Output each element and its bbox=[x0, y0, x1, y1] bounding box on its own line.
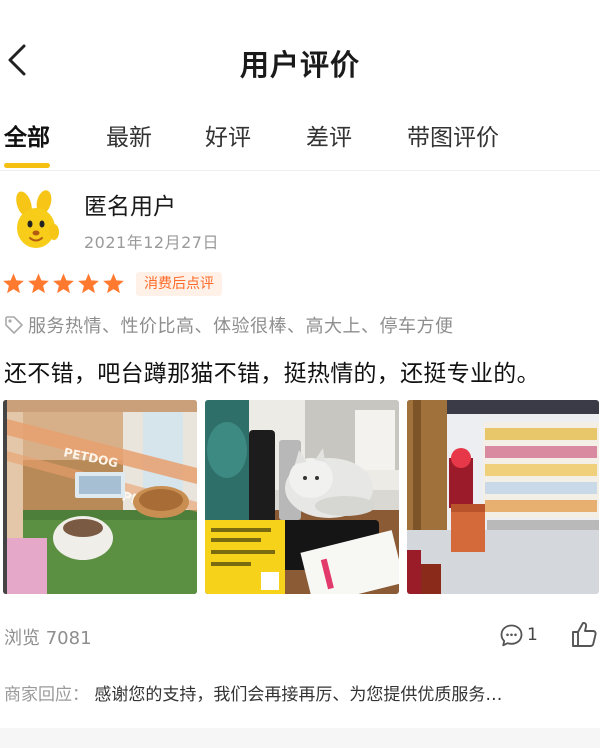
page-title: 用户评价 bbox=[239, 48, 360, 82]
post-consumption-badge: 消费后点评 bbox=[136, 272, 222, 296]
user-name: 匿名用户 bbox=[84, 194, 176, 220]
tab-positive[interactable]: 好评 bbox=[205, 118, 251, 152]
comment-icon bbox=[500, 624, 523, 646]
tab-all[interactable]: 全部 bbox=[4, 118, 50, 152]
star-icon bbox=[103, 273, 124, 294]
merchant-reply-label: 商家回应： bbox=[4, 685, 89, 705]
review-text: 还不错，吧台蹲那猫不错，挺热情的，还挺专业的。 bbox=[4, 361, 540, 387]
star-icon bbox=[53, 273, 74, 294]
star-icon bbox=[78, 273, 99, 294]
star-icon bbox=[28, 273, 49, 294]
review-photo[interactable]: PETDOG PETDOG bbox=[3, 400, 197, 594]
tags-text: 服务热情、性价比高、体验很棒、高大上、停车方便 bbox=[28, 316, 454, 337]
active-tab-indicator bbox=[4, 163, 50, 168]
review-tags: 服务热情、性价比高、体验很棒、高大上、停车方便 bbox=[4, 313, 454, 337]
section-divider bbox=[0, 728, 600, 748]
tab-negative[interactable]: 差评 bbox=[306, 118, 352, 152]
comment-count: 1 bbox=[527, 625, 538, 645]
tag-icon bbox=[5, 316, 23, 334]
filter-tabs: 全部 最新 好评 差评 带图评价 bbox=[0, 112, 600, 170]
comment-button[interactable]: 1 bbox=[499, 620, 538, 650]
review-date: 2021年12月27日 bbox=[84, 233, 219, 252]
merchant-reply-text: 感谢您的支持，我们会再接再厉、为您提供优质服务… bbox=[94, 685, 503, 705]
tab-latest[interactable]: 最新 bbox=[106, 118, 152, 152]
review-photo[interactable] bbox=[407, 400, 599, 594]
review-photos: PETDOG PETDOG bbox=[3, 400, 599, 594]
view-count: 浏览 7081 bbox=[4, 628, 92, 649]
thumbs-up-icon[interactable] bbox=[570, 619, 598, 649]
star-icon bbox=[3, 273, 24, 294]
merchant-reply: 商家回应： 感谢您的支持，我们会再接再厉、为您提供优质服务… bbox=[4, 680, 600, 705]
tab-with-photos[interactable]: 带图评价 bbox=[407, 118, 499, 152]
rating-stars bbox=[2, 272, 125, 296]
review-photo[interactable] bbox=[205, 400, 399, 594]
avatar[interactable] bbox=[8, 190, 64, 254]
divider bbox=[0, 170, 600, 171]
header: 用户评价 bbox=[0, 0, 600, 118]
